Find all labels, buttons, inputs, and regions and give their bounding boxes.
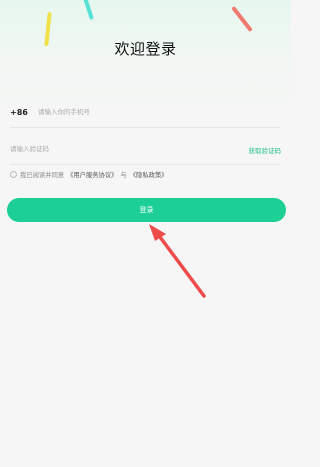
confetti-red-decoration — [231, 5, 253, 33]
terms-link[interactable]: 《用户服务协议》 — [67, 170, 117, 179]
verification-code-input[interactable] — [10, 141, 190, 157]
get-code-button[interactable]: 获取验证码 — [249, 145, 282, 155]
code-row: 获取验证码 — [10, 136, 281, 165]
login-page: 欢迎登录 +86 获取验证码 我已阅读并同意 《用户服务协议》 与 《隐私政策》… — [0, 0, 291, 467]
agreement-prefix: 我已阅读并同意 — [20, 172, 65, 179]
phone-input[interactable] — [38, 104, 238, 120]
agreement-row: 我已阅读并同意 《用户服务协议》 与 《隐私政策》 — [10, 170, 168, 179]
phone-row: +86 — [10, 99, 281, 128]
red-arrow-icon — [149, 224, 206, 298]
login-button[interactable]: 登录 — [7, 198, 286, 222]
country-code-selector[interactable]: +86 — [10, 108, 28, 117]
agreement-conjunction: 与 — [120, 172, 127, 179]
agreement-checkbox[interactable] — [10, 171, 17, 178]
confetti-cyan-decoration — [82, 0, 94, 20]
privacy-link[interactable]: 《隐私政策》 — [130, 170, 168, 179]
page-title: 欢迎登录 — [114, 40, 177, 58]
